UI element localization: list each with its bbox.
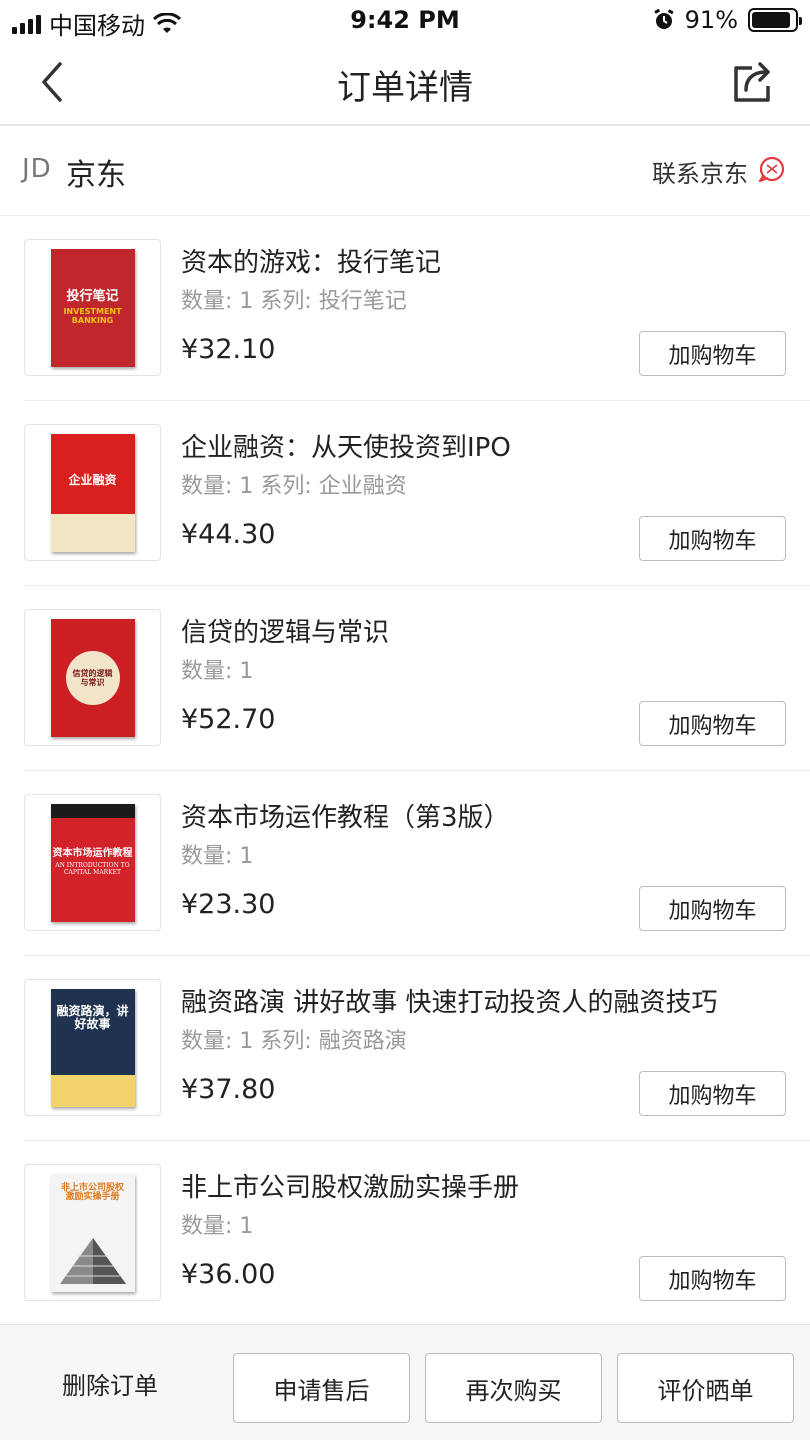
battery-fill <box>752 12 791 28</box>
add-to-cart-button[interactable]: 加购物车 <box>639 1071 786 1116</box>
book-cover: 投行笔记 INVESTMENT BANKING <box>50 248 135 367</box>
product-price: ¥36.00 <box>181 1259 276 1290</box>
product-price: ¥52.70 <box>181 704 276 735</box>
product-title[interactable]: 融资路演 讲好故事 快速打动投资人的融资技巧 <box>181 982 718 1019</box>
add-to-cart-button[interactable]: 加购物车 <box>639 886 786 931</box>
shop-logo: JD <box>22 154 52 184</box>
status-bar: 中国移动 9:42 PM 91% <box>0 0 810 40</box>
shop-name[interactable]: 京东 <box>66 150 126 194</box>
product-meta: 数量: 1 <box>181 1214 254 1239</box>
product-thumbnail[interactable]: 企业融资 <box>24 424 161 561</box>
book-cover: 资本市场运作教程 AN INTRODUCTION TO CAPITAL MARK… <box>50 803 135 922</box>
product-meta: 数量: 1 系列: 企业融资 <box>181 474 407 499</box>
cover-subtitle: AN INTRODUCTION TO CAPITAL MARKET <box>55 862 130 876</box>
product-price: ¥37.80 <box>181 1074 276 1105</box>
product-meta: 数量: 1 <box>181 659 254 684</box>
product-title[interactable]: 非上市公司股权激励实操手册 <box>181 1167 519 1204</box>
product-price: ¥44.30 <box>181 519 276 550</box>
order-item[interactable]: 投行笔记 INVESTMENT BANKING 资本的游戏：投行笔记 数量: 1… <box>24 216 810 401</box>
order-item[interactable]: 融资路演，讲好故事 融资路演 讲好故事 快速打动投资人的融资技巧 数量: 1 系… <box>24 956 810 1141</box>
page-title: 订单详情 <box>337 68 473 108</box>
chat-bubble-icon <box>758 155 786 189</box>
product-title[interactable]: 企业融资：从天使投资到IPO <box>181 427 511 464</box>
product-thumbnail[interactable]: 非上市公司股权激励实操手册 <box>24 1164 161 1301</box>
product-title[interactable]: 资本的游戏：投行笔记 <box>181 242 441 279</box>
product-title[interactable]: 资本市场运作教程（第3版） <box>181 797 510 834</box>
order-item[interactable]: 信贷的逻辑与常识 信贷的逻辑与常识 数量: 1 ¥52.70 加购物车 <box>24 586 810 771</box>
order-item[interactable]: 非上市公司股权激励实操手册 非上市公司股权激励实操手册 数量: 1 ¥36.00… <box>24 1141 810 1326</box>
order-items-list: 投行笔记 INVESTMENT BANKING 资本的游戏：投行笔记 数量: 1… <box>0 216 810 1326</box>
order-item[interactable]: 企业融资 企业融资：从天使投资到IPO 数量: 1 系列: 企业融资 ¥44.3… <box>24 401 810 586</box>
add-to-cart-button[interactable]: 加购物车 <box>639 1256 786 1301</box>
book-cover: 融资路演，讲好故事 <box>50 988 135 1107</box>
add-to-cart-button[interactable]: 加购物车 <box>639 701 786 746</box>
cover-title: 投行笔记 <box>66 288 119 304</box>
book-cover: 信贷的逻辑与常识 <box>50 618 135 737</box>
cover-title: 融资路演，讲好故事 <box>56 1003 129 1031</box>
review-button[interactable]: 评价晒单 <box>617 1353 794 1423</box>
book-cover: 非上市公司股权激励实操手册 <box>50 1173 135 1292</box>
add-to-cart-button[interactable]: 加购物车 <box>639 331 786 376</box>
cover-title: 企业融资 <box>68 472 117 487</box>
alarm-icon <box>653 9 675 31</box>
cover-title: 非上市公司股权激励实操手册 <box>60 1182 124 1203</box>
product-meta: 数量: 1 <box>181 844 254 869</box>
shop-header: JD 京东 联系京东 <box>0 128 810 216</box>
delete-order-button[interactable]: 删除订单 <box>30 1353 190 1413</box>
product-thumbnail[interactable]: 融资路演，讲好故事 <box>24 979 161 1116</box>
after-sale-button[interactable]: 申请售后 <box>233 1353 410 1423</box>
product-meta: 数量: 1 系列: 融资路演 <box>181 1029 407 1054</box>
status-right: 91% <box>653 6 802 34</box>
cover-stripe <box>50 1074 135 1107</box>
share-icon[interactable] <box>730 60 774 104</box>
product-title[interactable]: 信贷的逻辑与常识 <box>181 612 389 649</box>
cover-circle: 信贷的逻辑与常识 <box>65 650 120 705</box>
product-price: ¥32.10 <box>181 334 276 365</box>
add-to-cart-button[interactable]: 加购物车 <box>639 516 786 561</box>
buy-again-button[interactable]: 再次购买 <box>425 1353 602 1423</box>
cover-topband <box>50 803 135 818</box>
product-meta: 数量: 1 系列: 投行笔记 <box>181 289 407 314</box>
battery-icon <box>748 8 802 32</box>
product-thumbnail[interactable]: 信贷的逻辑与常识 <box>24 609 161 746</box>
book-cover: 企业融资 <box>50 433 135 552</box>
order-item[interactable]: 资本市场运作教程 AN INTRODUCTION TO CAPITAL MARK… <box>24 771 810 956</box>
product-thumbnail[interactable]: 资本市场运作教程 AN INTRODUCTION TO CAPITAL MARK… <box>24 794 161 931</box>
cover-title: 资本市场运作教程 <box>52 848 133 860</box>
battery-percent: 91% <box>684 6 738 34</box>
contact-seller-button[interactable]: 联系京东 <box>652 154 786 189</box>
nav-bar: 订单详情 <box>0 40 810 126</box>
cover-title: 信贷的逻辑与常识 <box>72 667 113 687</box>
pyramid-graphic <box>59 1237 126 1284</box>
product-thumbnail[interactable]: 投行笔记 INVESTMENT BANKING <box>24 239 161 376</box>
cover-subtitle: INVESTMENT BANKING <box>63 306 122 325</box>
product-price: ¥23.30 <box>181 889 276 920</box>
cover-stripe <box>50 513 135 552</box>
contact-label: 联系京东 <box>652 160 748 188</box>
bottom-action-bar: 删除订单 申请售后 再次购买 评价晒单 <box>0 1324 810 1440</box>
